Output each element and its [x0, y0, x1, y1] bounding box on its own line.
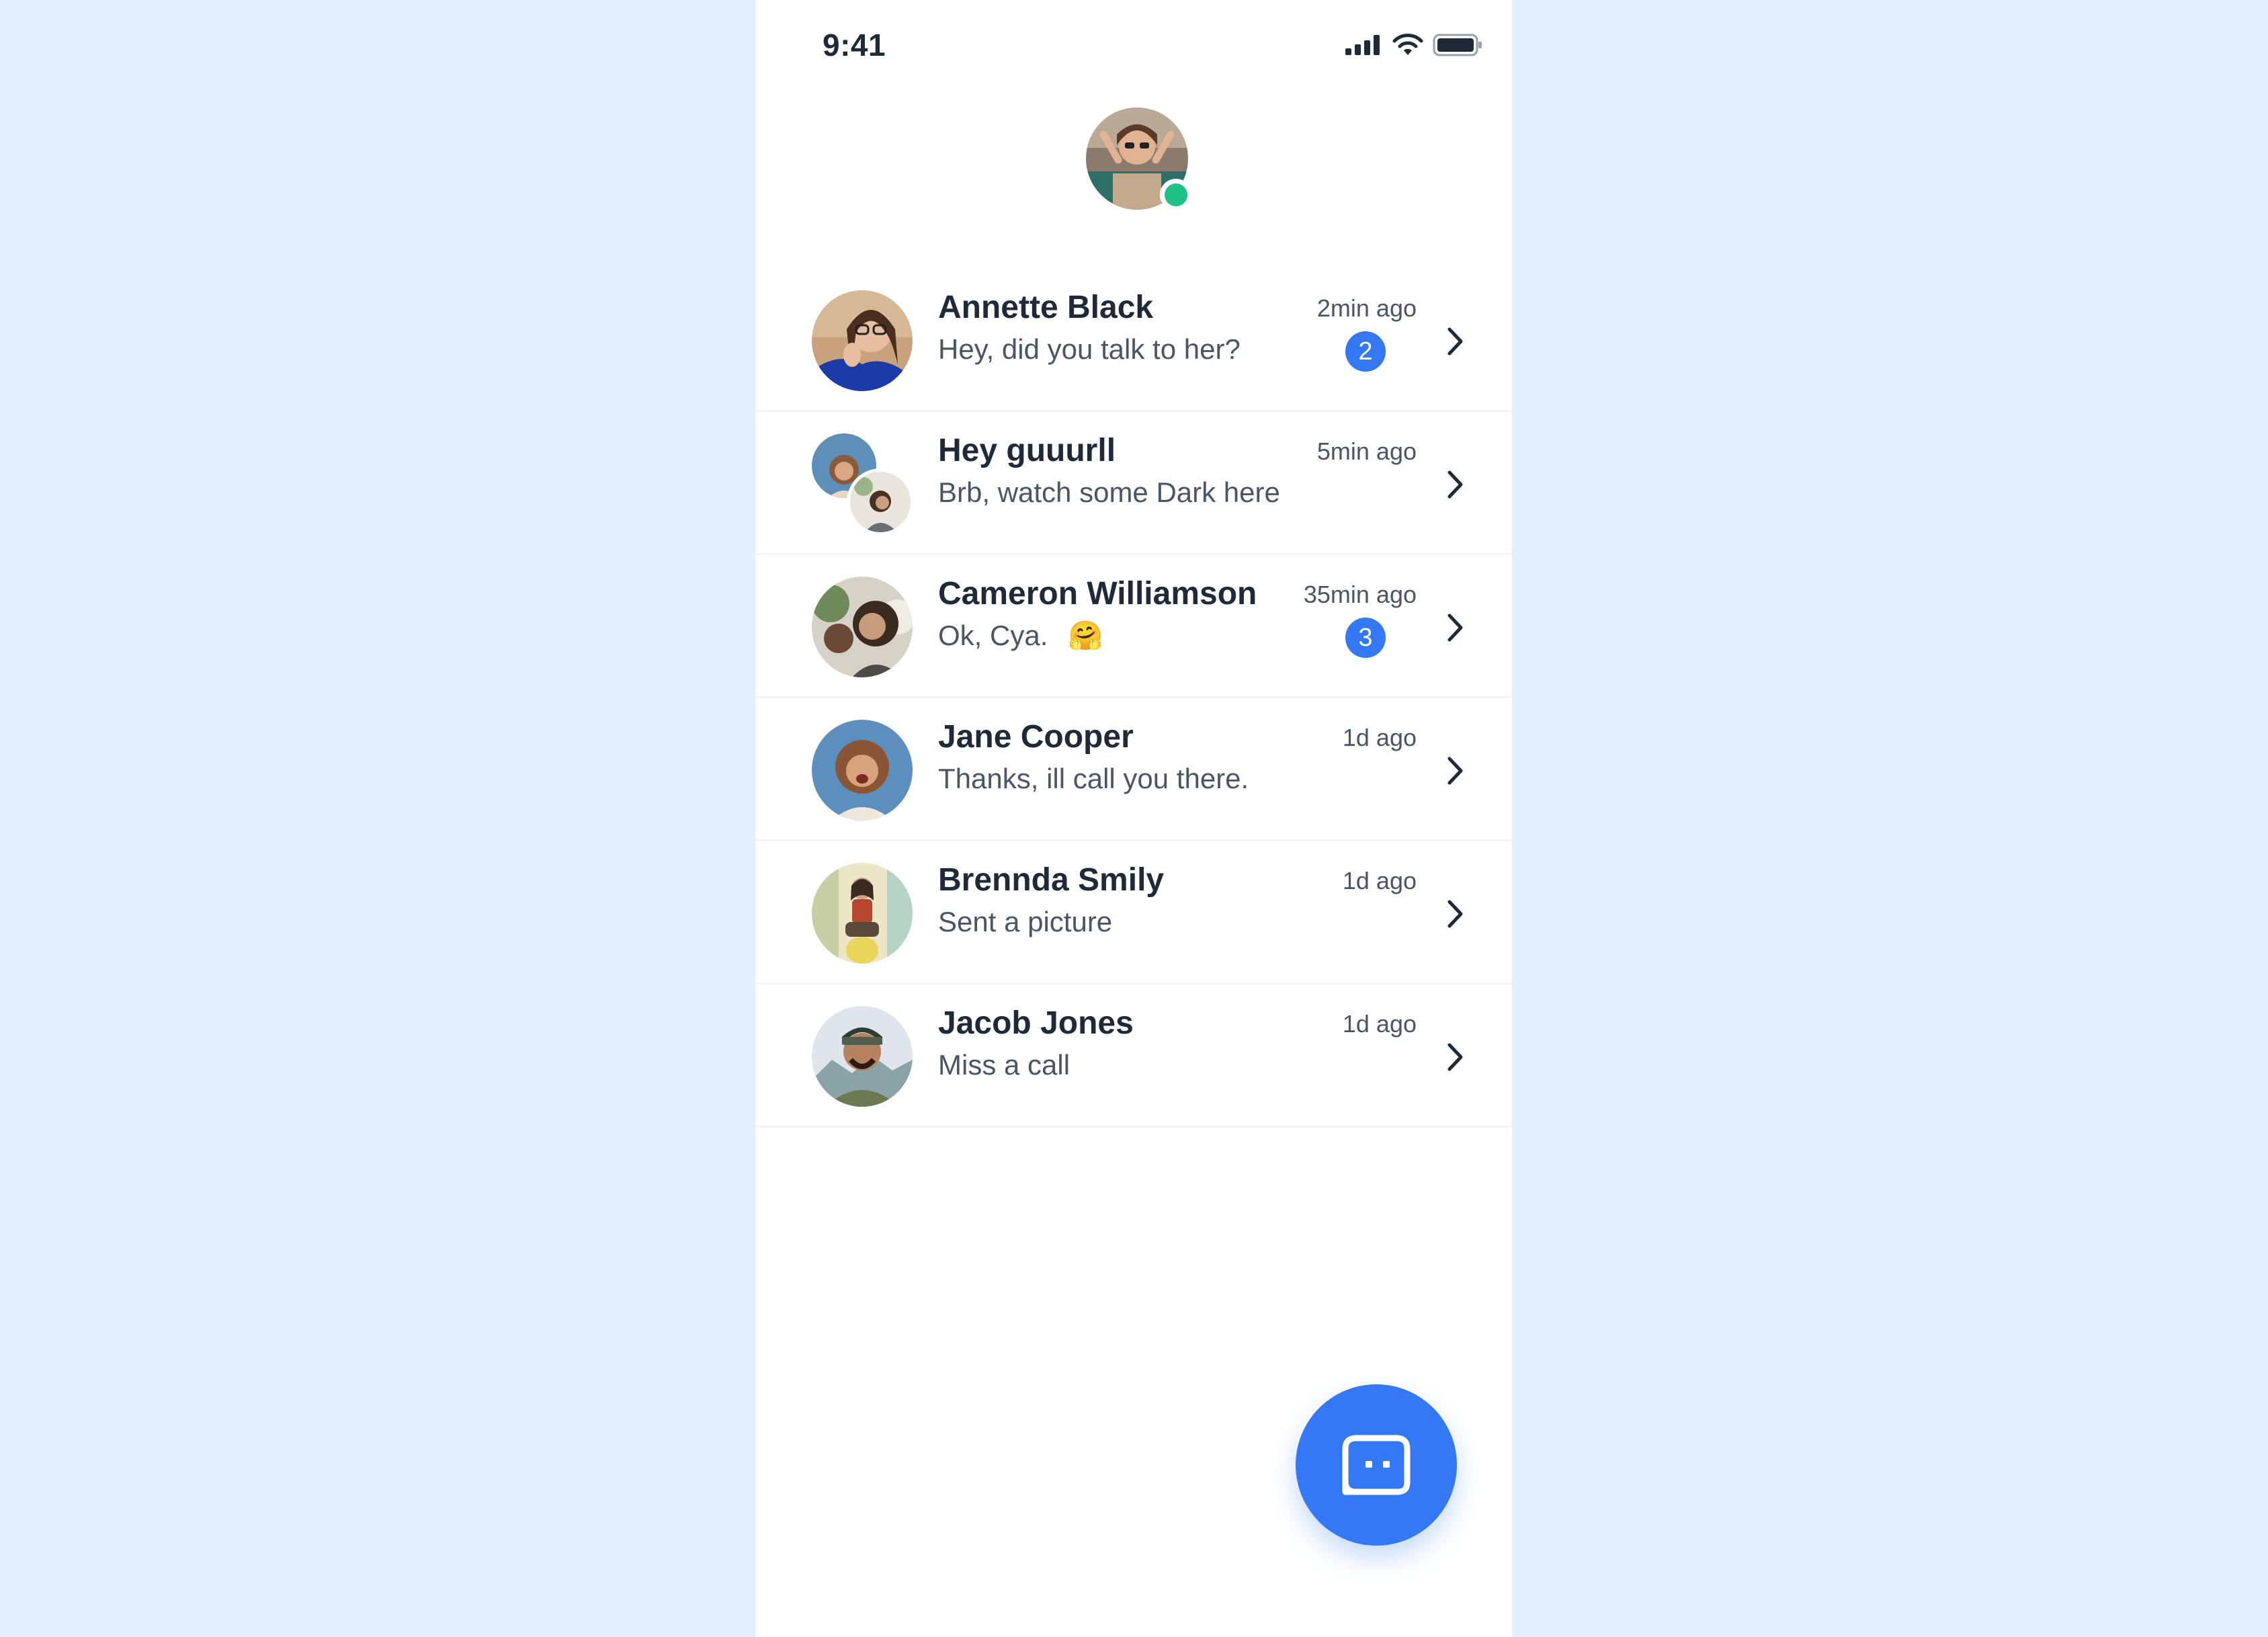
conversation-time: 2min ago: [1316, 294, 1417, 322]
avatar: [812, 577, 913, 677]
conversation-name: Brennda Smily: [938, 862, 1165, 898]
avatar: [812, 290, 913, 391]
status-icons: [1345, 34, 1482, 56]
avatar: [812, 863, 913, 964]
status-time: 9:41: [823, 28, 886, 62]
conversation-row[interactable]: Jacob Jones Miss a call 1d ago: [755, 984, 1512, 1128]
conversation-row[interactable]: Hey guuurll Brb, watch some Dark here 5m…: [755, 412, 1512, 555]
conversation-row[interactable]: Jane Cooper Thanks, ill call you there. …: [755, 698, 1512, 841]
conversation-name: Hey guuurll: [938, 433, 1116, 468]
chevron-right-icon[interactable]: [1445, 1041, 1465, 1073]
unread-badge: 2: [1345, 331, 1386, 372]
conversation-row[interactable]: Cameron Williamson Ok, Cya. 🤗 35min ago …: [755, 555, 1512, 698]
conversation-time: 1d ago: [1342, 724, 1417, 751]
avatar: [847, 468, 914, 536]
conversation-time: 35min ago: [1303, 581, 1417, 608]
conversation-time: 1d ago: [1342, 867, 1417, 894]
conversation-name: Jacob Jones: [938, 1005, 1134, 1041]
conversation-name: Cameron Williamson: [938, 576, 1257, 612]
avatar: [812, 1006, 913, 1107]
conversation-preview: Brb, watch some Dark here: [938, 476, 1280, 508]
conversation-preview: Ok, Cya. 🤗: [938, 620, 1103, 653]
chevron-right-icon[interactable]: [1445, 898, 1465, 930]
hugging-face-emoji: 🤗: [1068, 620, 1103, 651]
chevron-right-icon[interactable]: [1445, 612, 1465, 644]
battery-icon: [1433, 34, 1482, 56]
chat-bubble-icon: [1342, 1435, 1411, 1495]
conversation-name: Jane Cooper: [938, 719, 1134, 755]
chevron-right-icon[interactable]: [1445, 325, 1465, 358]
signal-icon: [1345, 35, 1380, 55]
unread-badge: 3: [1345, 618, 1386, 658]
group-avatar: [812, 433, 914, 536]
chevron-right-icon[interactable]: [1445, 755, 1465, 787]
conversation-preview: Thanks, ill call you there.: [938, 763, 1249, 794]
conversation-preview-text: Ok, Cya.: [938, 620, 1048, 651]
chevron-right-icon[interactable]: [1445, 468, 1465, 501]
conversation-preview: Hey, did you talk to her?: [938, 333, 1241, 365]
status-bar: 9:41: [755, 0, 1512, 94]
phone-screen: 9:41 Annette Black Hey, did you talk to …: [755, 0, 1512, 1637]
conversation-time: 5min ago: [1316, 437, 1417, 465]
conversation-row[interactable]: Brennda Smily Sent a picture 1d ago: [755, 841, 1512, 984]
conversation-time: 1d ago: [1342, 1010, 1417, 1038]
conversation-preview: Sent a picture: [938, 906, 1113, 937]
wifi-icon: [1392, 34, 1423, 55]
conversation-name: Annette Black: [938, 290, 1154, 325]
online-status-dot: [1160, 179, 1192, 211]
conversation-list: Annette Black Hey, did you talk to her? …: [755, 269, 1512, 1128]
conversation-row[interactable]: Annette Black Hey, did you talk to her? …: [755, 269, 1512, 412]
profile-avatar[interactable]: [1086, 108, 1192, 211]
conversation-preview: Miss a call: [938, 1049, 1070, 1081]
avatar: [812, 720, 913, 821]
new-chat-button[interactable]: [1296, 1384, 1457, 1546]
